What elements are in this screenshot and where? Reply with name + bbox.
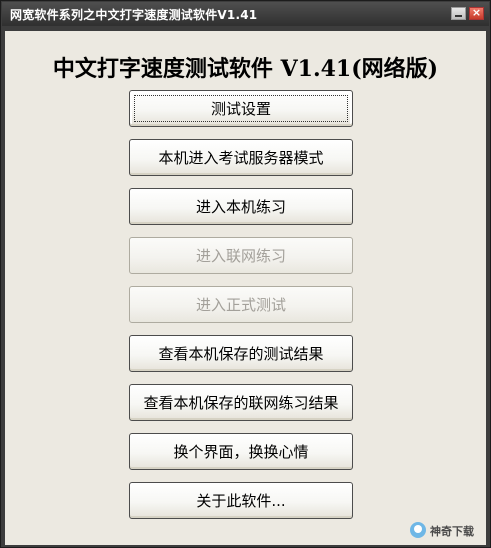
close-button[interactable]: × — [469, 6, 484, 20]
watermark-logo-icon — [410, 522, 426, 538]
main-panel: 中文打字速度测试软件 V1.41(网络版) 测试设置 本机进入考试服务器模式 进… — [5, 31, 486, 545]
title-bar[interactable]: 网宽软件系列之中文打字速度测试软件V1.41 × — [2, 2, 489, 26]
minimize-icon — [455, 15, 462, 17]
close-icon: × — [471, 6, 482, 19]
view-network-practice-results-button[interactable]: 查看本机保存的联网练习结果 — [129, 384, 353, 421]
app-window: 网宽软件系列之中文打字速度测试软件V1.41 × 中文打字速度测试软件 V1.4… — [0, 0, 491, 548]
app-heading: 中文打字速度测试软件 V1.41(网络版) — [52, 56, 439, 82]
network-practice-button: 进入联网练习 — [129, 237, 353, 274]
test-settings-button[interactable]: 测试设置 — [129, 90, 353, 127]
about-button[interactable]: 关于此软件... — [129, 482, 353, 519]
watermark-text: 神奇下载 — [430, 525, 474, 538]
server-mode-button[interactable]: 本机进入考试服务器模式 — [129, 139, 353, 176]
change-skin-button[interactable]: 换个界面，换换心情 — [129, 433, 353, 470]
formal-test-button: 进入正式测试 — [129, 286, 353, 323]
watermark: 神奇下载 — [390, 510, 480, 546]
local-practice-button[interactable]: 进入本机练习 — [129, 188, 353, 225]
window-title: 网宽软件系列之中文打字速度测试软件V1.41 — [10, 8, 258, 22]
view-test-results-button[interactable]: 查看本机保存的测试结果 — [129, 335, 353, 372]
minimize-button[interactable] — [451, 7, 466, 20]
